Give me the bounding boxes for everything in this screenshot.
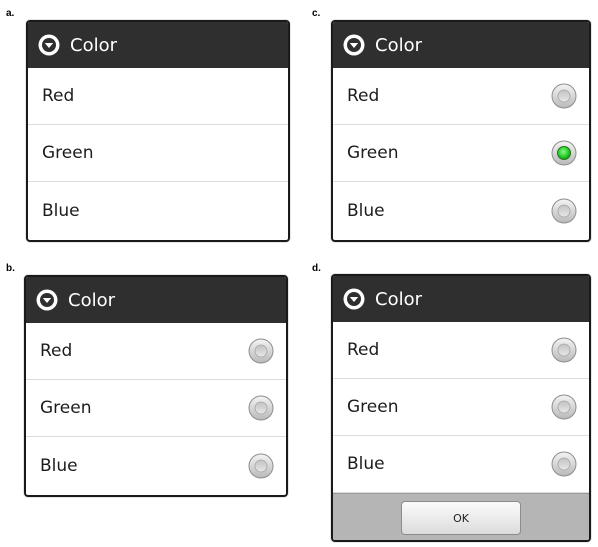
list-item-red[interactable]: Red <box>26 323 286 380</box>
list-item-green[interactable]: Green <box>333 379 589 436</box>
dialog-b: Color Red Green Blue <box>24 275 288 497</box>
button-bar: OK <box>333 493 589 540</box>
option-label: Green <box>347 397 399 417</box>
circle-chevron-down-icon <box>343 288 365 310</box>
list-item-red[interactable]: Red <box>333 68 589 125</box>
dialog-title: Color <box>68 289 115 311</box>
panel-b-letter: b. <box>6 263 15 274</box>
radio-button-icon[interactable] <box>551 198 577 224</box>
radio-button-checked-icon[interactable] <box>551 140 577 166</box>
option-label: Red <box>42 86 75 106</box>
option-label: Blue <box>347 454 385 474</box>
list-item-red[interactable]: Red <box>333 322 589 379</box>
list-item-blue[interactable]: Blue <box>26 437 286 494</box>
dialog-title: Color <box>375 34 422 56</box>
option-label: Green <box>42 143 94 163</box>
option-label: Green <box>40 398 92 418</box>
dialog-title: Color <box>375 288 422 310</box>
radio-button-icon[interactable] <box>551 337 577 363</box>
list-item-green[interactable]: Green <box>333 125 589 182</box>
panel-c-letter: c. <box>312 8 321 19</box>
dialog-header: Color <box>333 22 589 68</box>
circle-chevron-down-icon <box>38 34 60 56</box>
list-item-blue[interactable]: Blue <box>28 182 288 239</box>
list-item-red[interactable]: Red <box>28 68 288 125</box>
dialog-header: Color <box>28 22 288 68</box>
option-label: Red <box>347 340 380 360</box>
radio-button-icon[interactable] <box>248 338 274 364</box>
dialog-header: Color <box>333 276 589 322</box>
dialog-a: Color Red Green Blue <box>26 20 290 242</box>
list-item-green[interactable]: Green <box>26 380 286 437</box>
list-item-blue[interactable]: Blue <box>333 436 589 493</box>
dialog-title: Color <box>70 34 117 56</box>
option-label: Blue <box>347 200 385 221</box>
circle-chevron-down-icon <box>36 289 58 311</box>
list-item-green[interactable]: Green <box>28 125 288 182</box>
radio-button-icon[interactable] <box>551 83 577 109</box>
radio-button-icon[interactable] <box>248 395 274 421</box>
option-label: Red <box>40 341 73 361</box>
ok-button[interactable]: OK <box>401 501 521 535</box>
option-label: Red <box>347 86 380 106</box>
dialog-d: Color Red Green Blue OK <box>331 274 591 542</box>
panel-d-letter: d. <box>312 263 321 274</box>
panel-a-letter: a. <box>6 8 15 19</box>
option-label: Blue <box>42 200 80 221</box>
radio-button-icon[interactable] <box>551 394 577 420</box>
radio-button-icon[interactable] <box>551 451 577 477</box>
dialog-c: Color Red Green Blue <box>331 20 591 242</box>
option-label: Blue <box>40 455 78 476</box>
option-label: Green <box>347 143 399 163</box>
list-item-blue[interactable]: Blue <box>333 182 589 239</box>
circle-chevron-down-icon <box>343 34 365 56</box>
radio-button-icon[interactable] <box>248 453 274 479</box>
dialog-header: Color <box>26 277 286 323</box>
